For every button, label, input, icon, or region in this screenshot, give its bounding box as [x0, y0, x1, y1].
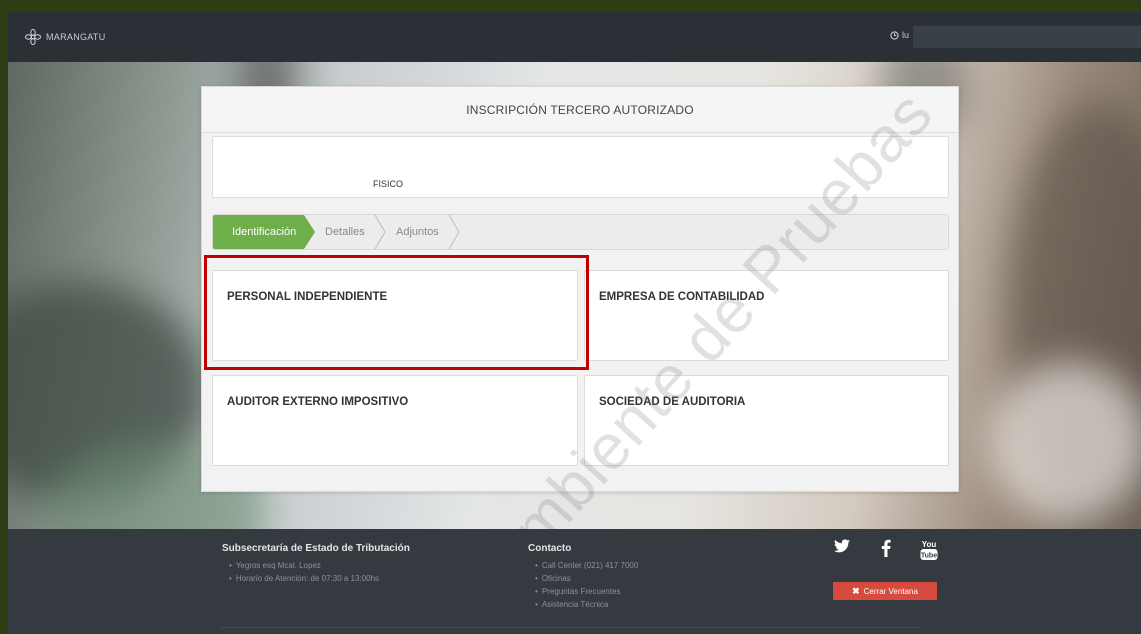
footer-link-call-center[interactable]: Call Center (021) 417 7000 — [535, 559, 639, 572]
session-user-prefix: lu — [902, 30, 910, 40]
clock-icon — [890, 30, 899, 40]
step-detalles[interactable]: Detalles — [325, 215, 365, 249]
option-personal-independiente[interactable]: PERSONAL INDEPENDIENTE — [212, 270, 578, 361]
option-auditor-externo-impositivo[interactable]: AUDITOR EXTERNO IMPOSITIVO — [212, 375, 578, 466]
youtube-icon: You Tube — [920, 540, 938, 560]
option-sociedad-de-auditoria[interactable]: SOCIEDAD DE AUDITORIA — [584, 375, 949, 466]
svg-text:Tube: Tube — [921, 553, 937, 560]
footer-link-asistencia[interactable]: Asistencia Técnica — [535, 598, 638, 611]
top-navbar: MARANGATU lu — [8, 12, 1141, 62]
brand-logo[interactable]: MARANGATU — [24, 28, 106, 46]
session-info: lu — [890, 30, 909, 40]
footer-org-column: Subsecretaría de Estado de Tributación Y… — [222, 543, 410, 585]
svg-text:You: You — [922, 540, 937, 549]
step-separator-icon — [374, 215, 386, 249]
footer-org-title: Subsecretaría de Estado de Tributación — [222, 543, 410, 554]
footer-contact-column: Contacto Call Center (021) 417 7000 Ofic… — [528, 543, 638, 611]
step-adjuntos[interactable]: Adjuntos — [396, 215, 439, 249]
page-title: INSCRIPCIÓN TERCERO AUTORIZADO — [466, 102, 694, 117]
close-icon: ✖ — [852, 585, 860, 596]
registration-panel: INSCRIPCIÓN TERCERO AUTORIZADO FISICO Id… — [201, 86, 959, 492]
facebook-link[interactable] — [881, 539, 891, 557]
step-identificacion[interactable]: Identificación — [213, 215, 315, 249]
person-type-box: FISICO — [212, 136, 949, 198]
app-name: MARANGATU — [46, 32, 106, 42]
footer-org-hours: Horario de Atención: de 07:30 a 13:00hs — [229, 572, 410, 585]
wizard-steps: Identificación Detalles Adjuntos — [212, 214, 949, 250]
step-separator-icon — [448, 215, 460, 249]
flower-logo-icon — [25, 29, 41, 45]
close-window-label: Cerrar Ventana — [863, 586, 918, 596]
option-empresa-de-contabilidad[interactable]: EMPRESA DE CONTABILIDAD — [584, 270, 949, 361]
footer-divider — [220, 627, 920, 628]
twitter-icon — [834, 539, 850, 553]
redacted-session-bar — [913, 26, 1141, 48]
twitter-link[interactable] — [834, 539, 850, 553]
facebook-icon — [881, 539, 891, 557]
footer-contact-title: Contacto — [528, 543, 572, 554]
panel-header: INSCRIPCIÓN TERCERO AUTORIZADO — [202, 87, 958, 133]
person-type-label: FISICO — [373, 179, 404, 189]
footer-link-oficinas[interactable]: Oficinas — [535, 572, 638, 585]
youtube-link[interactable]: You Tube — [920, 539, 938, 561]
footer-org-address: Yegros esq Mcal. Lopez — [229, 559, 410, 572]
footer-link-preguntas[interactable]: Preguntas Frecuentes — [535, 585, 638, 598]
close-window-button[interactable]: ✖ Cerrar Ventana — [833, 582, 937, 600]
footer: Subsecretaría de Estado de Tributación Y… — [8, 529, 1141, 634]
